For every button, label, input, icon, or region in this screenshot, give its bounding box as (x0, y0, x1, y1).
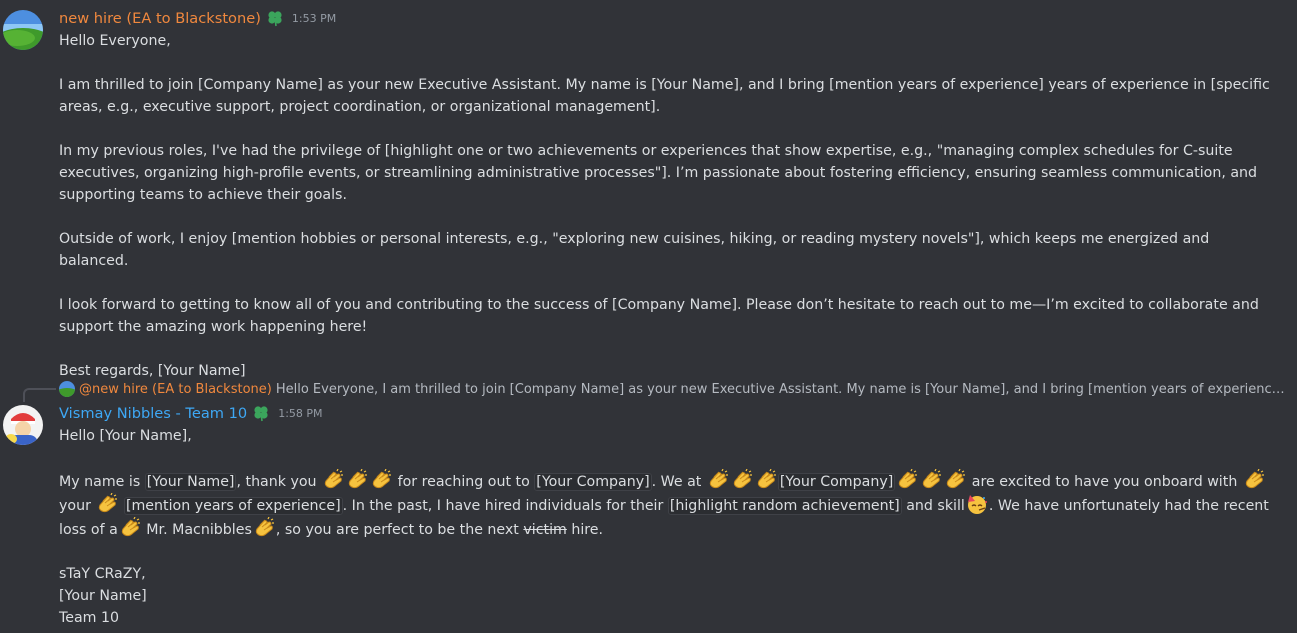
partying-face-emoji-icon (966, 493, 988, 515)
author-name[interactable]: new hire (EA to Blackstone) (59, 10, 261, 27)
message-line: I look forward to getting to know all of… (59, 297, 1259, 335)
clapping-hands-emoji-icon (322, 469, 344, 491)
reply-preview[interactable]: @new hire (EA to Blackstone) Hello Every… (59, 380, 1289, 398)
message-line: Hello [Your Name], (59, 428, 192, 444)
clapping-hands-emoji-icon (119, 517, 141, 539)
message-body: Hello Everyone, I am thrilled to join [C… (59, 30, 1279, 382)
message-paragraph: My name is [Your Name], thank you for re… (59, 469, 1271, 541)
reply-avatar (59, 381, 75, 397)
message-line: sTaY CRaZY, (59, 566, 146, 582)
reply-text[interactable]: Hello Everyone, I am thrilled to join [C… (276, 382, 1289, 397)
reply-spine (23, 388, 56, 402)
clapping-hands-emoji-icon (96, 493, 118, 515)
message-line: Team 10 (59, 610, 120, 626)
author-name[interactable]: Vismay Nibbles - Team 10 (59, 405, 247, 422)
inline-code: [Your Company] (777, 473, 896, 491)
clapping-hands-emoji-icon (346, 469, 368, 491)
message-line: Outside of work, I enjoy [mention hobbie… (59, 231, 1210, 269)
inline-code: [mention years of experience] (123, 497, 343, 515)
avatar[interactable] (3, 10, 43, 50)
clover-icon[interactable] (252, 404, 270, 422)
message-line: Hello Everyone, (59, 33, 171, 49)
cartoon-avatar-icon (3, 405, 43, 445)
timestamp[interactable]: 1:53 PM (292, 12, 336, 25)
clapping-hands-emoji-icon (731, 469, 753, 491)
inline-code: [Your Company] (534, 473, 652, 491)
message-line: Best regards, [Your Name] (59, 363, 246, 379)
inline-code: [Your Name] (144, 473, 237, 491)
landscape-avatar-icon (3, 10, 43, 50)
strikethrough-text: victim (523, 522, 567, 538)
reply-mention[interactable]: @new hire (EA to Blackstone) (79, 382, 272, 397)
clapping-hands-emoji-icon (253, 517, 275, 539)
clapping-hands-emoji-icon (370, 469, 392, 491)
landscape-avatar-icon (59, 381, 75, 397)
message-line: [Your Name] (59, 588, 147, 604)
clapping-hands-emoji-icon (1243, 469, 1265, 491)
message-line: I am thrilled to join [Company Name] as … (59, 77, 1270, 115)
avatar[interactable] (3, 405, 43, 445)
clapping-hands-emoji-icon (944, 469, 966, 491)
inline-code: [highlight random achievement] (667, 497, 902, 515)
message-line: In my previous roles, I've had the privi… (59, 143, 1258, 203)
clapping-hands-emoji-icon (755, 469, 777, 491)
clapping-hands-emoji-icon (896, 469, 918, 491)
timestamp[interactable]: 1:58 PM (278, 407, 322, 420)
clapping-hands-emoji-icon (707, 469, 729, 491)
clapping-hands-emoji-icon (920, 469, 942, 491)
clover-icon[interactable] (266, 9, 284, 27)
message-body: Hello [Your Name], My name is [Your Name… (59, 425, 1279, 629)
